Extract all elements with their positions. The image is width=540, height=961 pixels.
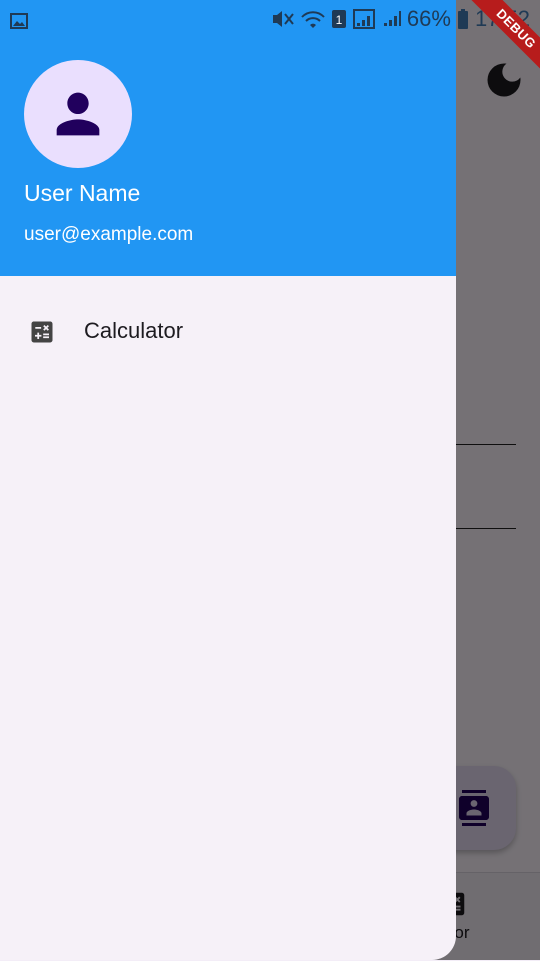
drawer-item-label: Calculator (84, 318, 184, 343)
person-icon (56, 92, 100, 136)
signal-strength-icon (352, 9, 375, 29)
drawer-header: User Name user@example.com (0, 0, 456, 276)
battery-percent: 66% (406, 6, 451, 31)
sim-card-icon: 1 (331, 10, 346, 28)
drawer-item-calculator[interactable]: Calculator (0, 296, 456, 368)
svg-text:1: 1 (336, 13, 343, 27)
avatar (24, 60, 132, 168)
wifi-icon (301, 11, 325, 28)
calculator-icon (31, 321, 53, 343)
debug-banner: DEBUG (456, 0, 540, 84)
signal-strength-icon (383, 11, 401, 26)
image-notification-icon (10, 13, 28, 29)
user-email: user@example.com (24, 224, 194, 245)
user-name: User Name (24, 180, 141, 206)
navigation-drawer: User Name user@example.com Calculator (0, 0, 456, 960)
mute-icon (272, 11, 294, 27)
debug-banner-label: DEBUG (458, 0, 540, 84)
